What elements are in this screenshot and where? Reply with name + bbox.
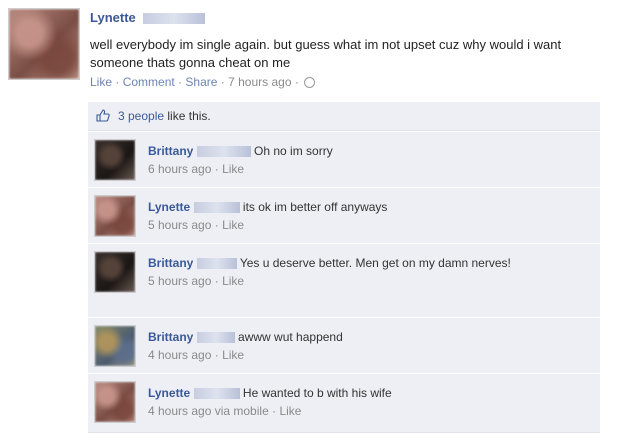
comment-item: Brittany awww wut happend 4 hours ago · … [88, 317, 600, 374]
comment-time[interactable]: 5 hours ago [148, 274, 211, 288]
redacted-surname [196, 332, 235, 344]
comment-like-link[interactable]: Like [222, 162, 244, 176]
post-timestamp[interactable]: 7 hours ago [228, 75, 291, 89]
comment-time[interactable]: 5 hours ago [148, 218, 211, 232]
comment-author[interactable]: Brittany [148, 144, 193, 158]
comment-text: He wanted to b with his wife [242, 386, 392, 400]
comment-author[interactable]: Brittany [148, 256, 193, 270]
redacted-surname [193, 388, 240, 400]
comment-text: Oh no im sorry [254, 144, 333, 158]
comment-body: Brittany awww wut happend 4 hours ago · … [148, 330, 343, 362]
comment-author[interactable]: Lynette [148, 200, 190, 214]
redacted-surname [196, 258, 237, 270]
comment-body: Brittany Oh no im sorry 6 hours ago · Li… [148, 144, 333, 176]
redacted-surname [196, 146, 251, 158]
post-meta: Like · Comment · Share · 7 hours ago · [90, 75, 316, 89]
comment-author[interactable]: Brittany [148, 330, 193, 344]
separator: · [220, 75, 225, 89]
post-author-avatar[interactable] [8, 8, 80, 80]
comment-body: Brittany Yes u deserve better. Men get o… [148, 256, 511, 288]
comment-text: Yes u deserve better. Men get on my damn… [239, 256, 511, 270]
globe-icon[interactable] [304, 77, 316, 89]
likers-link[interactable]: 3 people [118, 109, 164, 123]
separator: · [115, 75, 120, 89]
comment-avatar[interactable] [94, 139, 136, 181]
comment-item: Brittany Yes u deserve better. Men get o… [88, 243, 600, 318]
comment-like-link[interactable]: Like [279, 404, 301, 418]
comment-like-link[interactable]: Like [222, 274, 244, 288]
post-author-name[interactable]: Lynette [90, 10, 206, 25]
likes-text: 3 people like this. [118, 109, 211, 123]
comment-time[interactable]: 6 hours ago [148, 162, 211, 176]
post-like-link[interactable]: Like [90, 75, 112, 89]
comment-body: Lynette He wanted to b with his wife 4 h… [148, 386, 392, 418]
comment-avatar[interactable] [94, 325, 136, 367]
comment-avatar[interactable] [94, 251, 136, 293]
post-text: well everybody im single again. but gues… [90, 37, 562, 70]
post-share-link[interactable]: Share [185, 75, 217, 89]
comment-author[interactable]: Lynette [148, 386, 190, 400]
comment-text: its ok im better off anyways [242, 200, 388, 214]
comment-item: Lynette He wanted to b with his wife 4 h… [88, 373, 600, 433]
post-comment-link[interactable]: Comment [123, 75, 175, 89]
comment-item: Lynette its ok im better off anyways 5 h… [88, 187, 600, 244]
comment-body: Lynette its ok im better off anyways 5 h… [148, 200, 388, 232]
comment-like-link[interactable]: Like [222, 348, 244, 362]
comment-text: awww wut happend [238, 330, 343, 344]
separator: · [294, 75, 299, 89]
comment-time[interactable]: 4 hours ago via mobile [148, 404, 269, 418]
comment-time[interactable]: 4 hours ago [148, 348, 211, 362]
comment-like-link[interactable]: Like [222, 218, 244, 232]
separator: · [178, 75, 183, 89]
comment-avatar[interactable] [94, 381, 136, 423]
likes-summary: 3 people like this. [88, 102, 600, 131]
comment-avatar[interactable] [94, 195, 136, 237]
redacted-surname [193, 202, 240, 214]
comment-item: Brittany Oh no im sorry 6 hours ago · Li… [88, 131, 600, 188]
redacted-surname [143, 13, 206, 25]
thumbs-up-icon [96, 109, 110, 122]
